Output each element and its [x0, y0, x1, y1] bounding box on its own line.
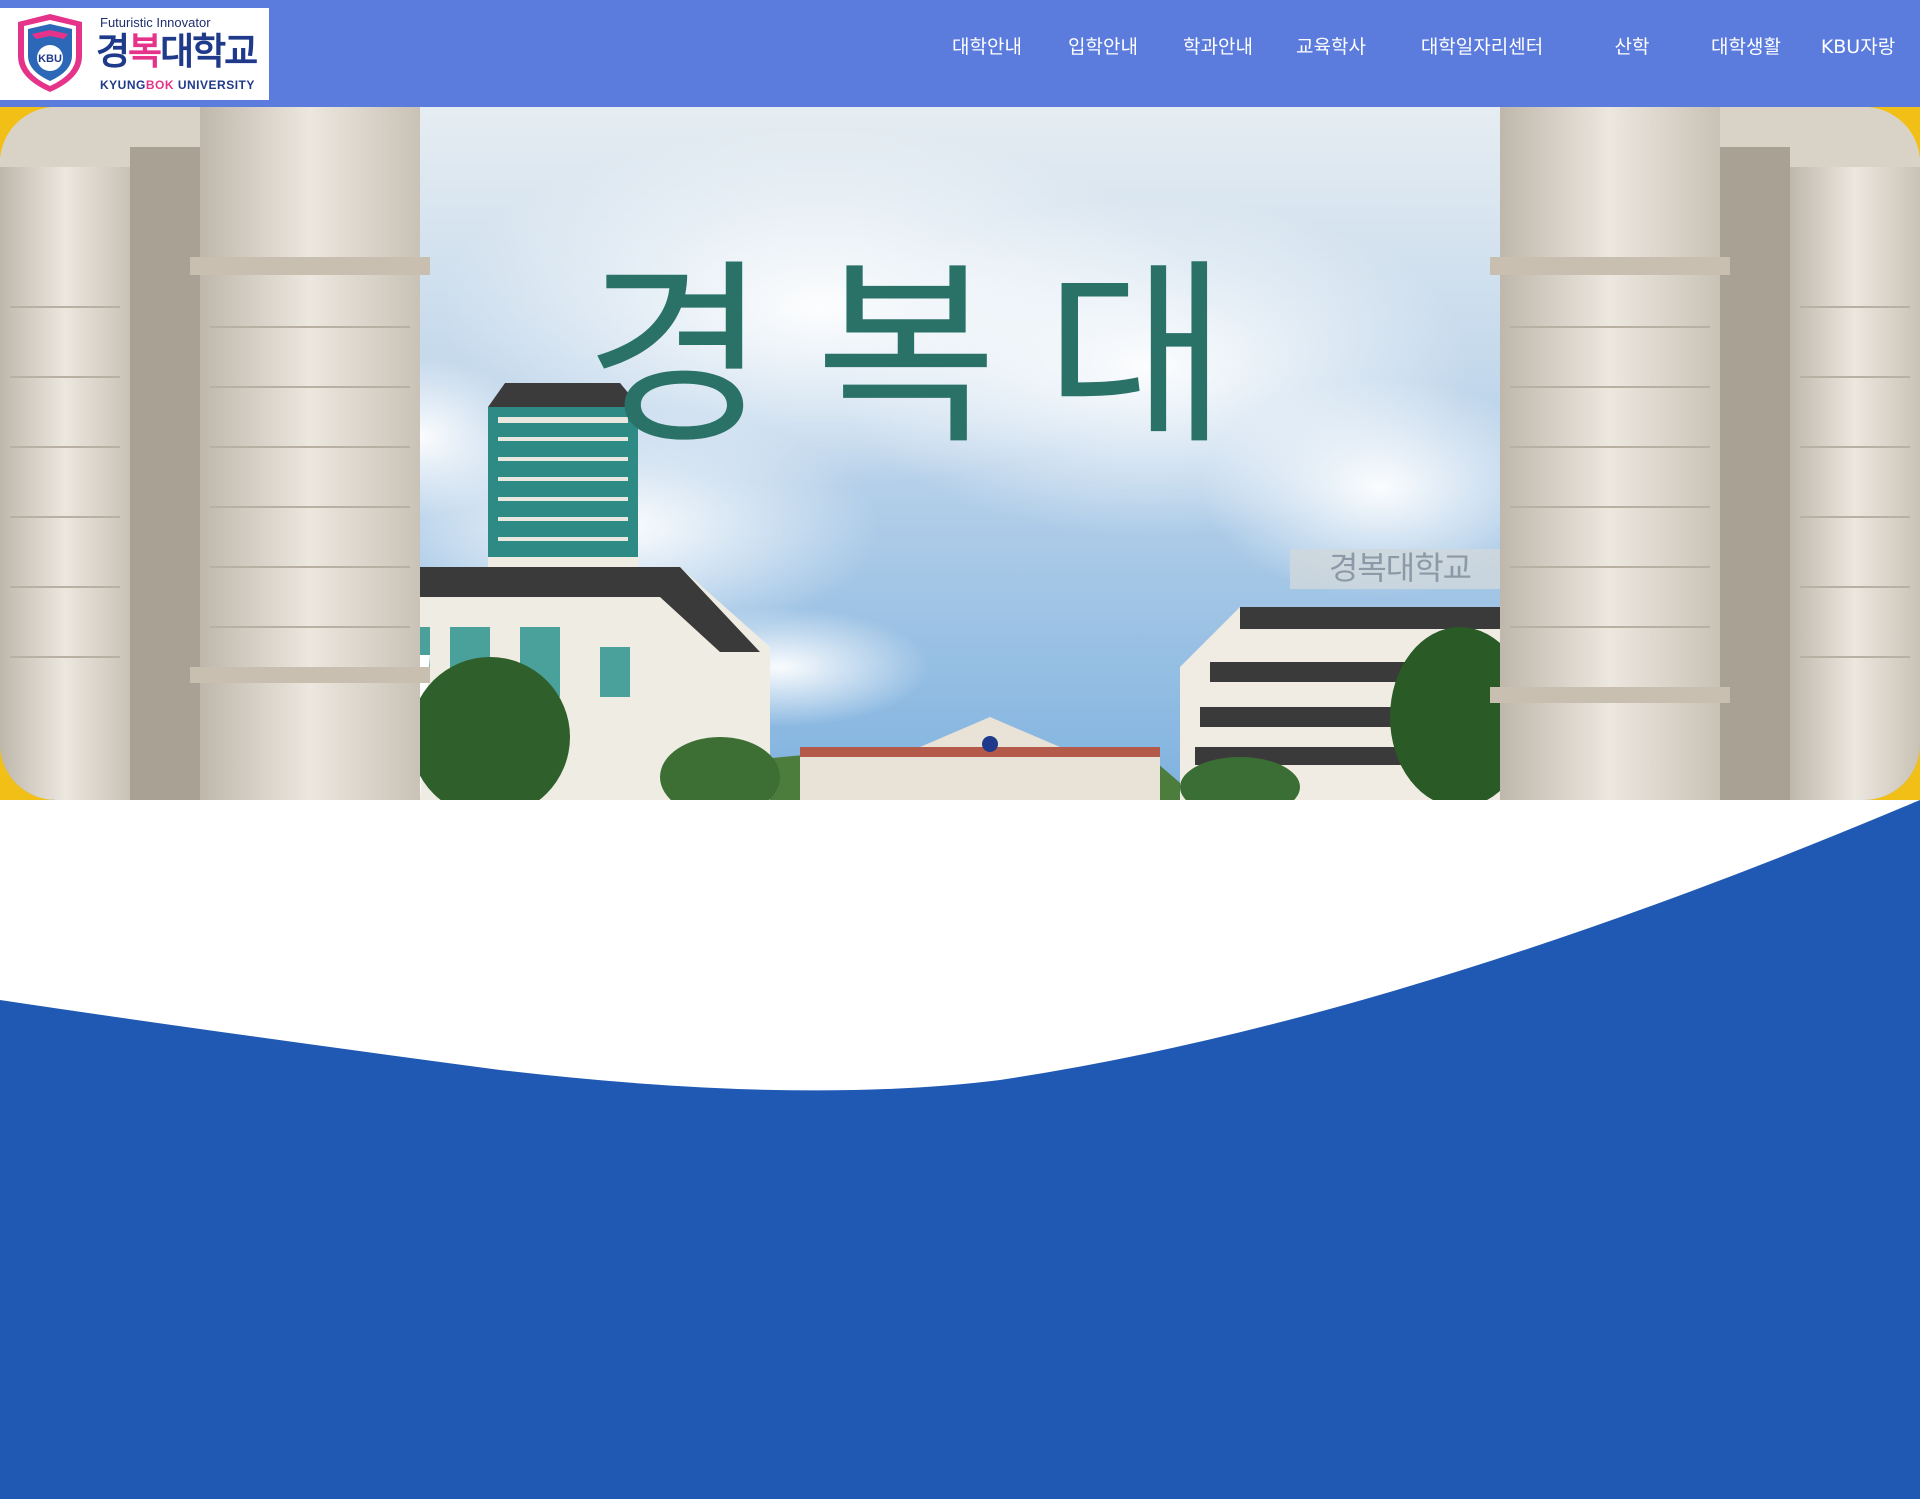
- logo-english-part1: KYUNG: [100, 78, 146, 92]
- nav-item-kbu-pride[interactable]: KBU자랑: [1821, 32, 1895, 59]
- university-logo[interactable]: KBU Futuristic Innovator 경복대학교 KYUNGBOK …: [0, 8, 269, 100]
- nav-item-career-center[interactable]: 대학일자리센터: [1421, 32, 1543, 59]
- logo-korean-name: 경복대학교: [96, 30, 258, 74]
- kbu-emblem-icon: KBU: [18, 14, 82, 92]
- logo-korean-part3: 대학교: [160, 30, 258, 73]
- nav-item-departments[interactable]: 학과안내: [1183, 32, 1253, 59]
- logo-english-part2: BOK: [145, 78, 175, 92]
- page: KBU Futuristic Innovator 경복대학교 KYUNGBOK …: [0, 0, 1920, 1499]
- logo-english-part3: UNIVERSITY: [174, 78, 255, 92]
- nav-item-academics[interactable]: 교육학사: [1296, 32, 1366, 59]
- logo-korean-part2: 복: [128, 30, 162, 73]
- building-sign: 경복대학교: [1329, 549, 1471, 587]
- nav-item-industry-academia[interactable]: 산학: [1615, 32, 1650, 59]
- nav-item-campus-life[interactable]: 대학생활: [1711, 32, 1781, 59]
- logo-tagline: Futuristic Innovator: [100, 15, 211, 30]
- emblem-label: KBU: [38, 53, 62, 65]
- hero-banner: 경복대학교 경복대: [0, 107, 1920, 800]
- logo-english-name: KYUNGBOK UNIVERSITY: [100, 78, 255, 92]
- site-header: KBU Futuristic Innovator 경복대학교 KYUNGBOK …: [0, 0, 1920, 107]
- campus-gate-photo: 경복대학교 경복대: [0, 107, 1920, 800]
- nav-item-admissions[interactable]: 입학안내: [1068, 32, 1138, 59]
- nav-item-university-info[interactable]: 대학안내: [952, 32, 1022, 59]
- hero-title: 경복대: [585, 241, 1276, 472]
- wave-decoration: [0, 800, 1920, 1499]
- logo-korean-part1: 경: [96, 30, 130, 73]
